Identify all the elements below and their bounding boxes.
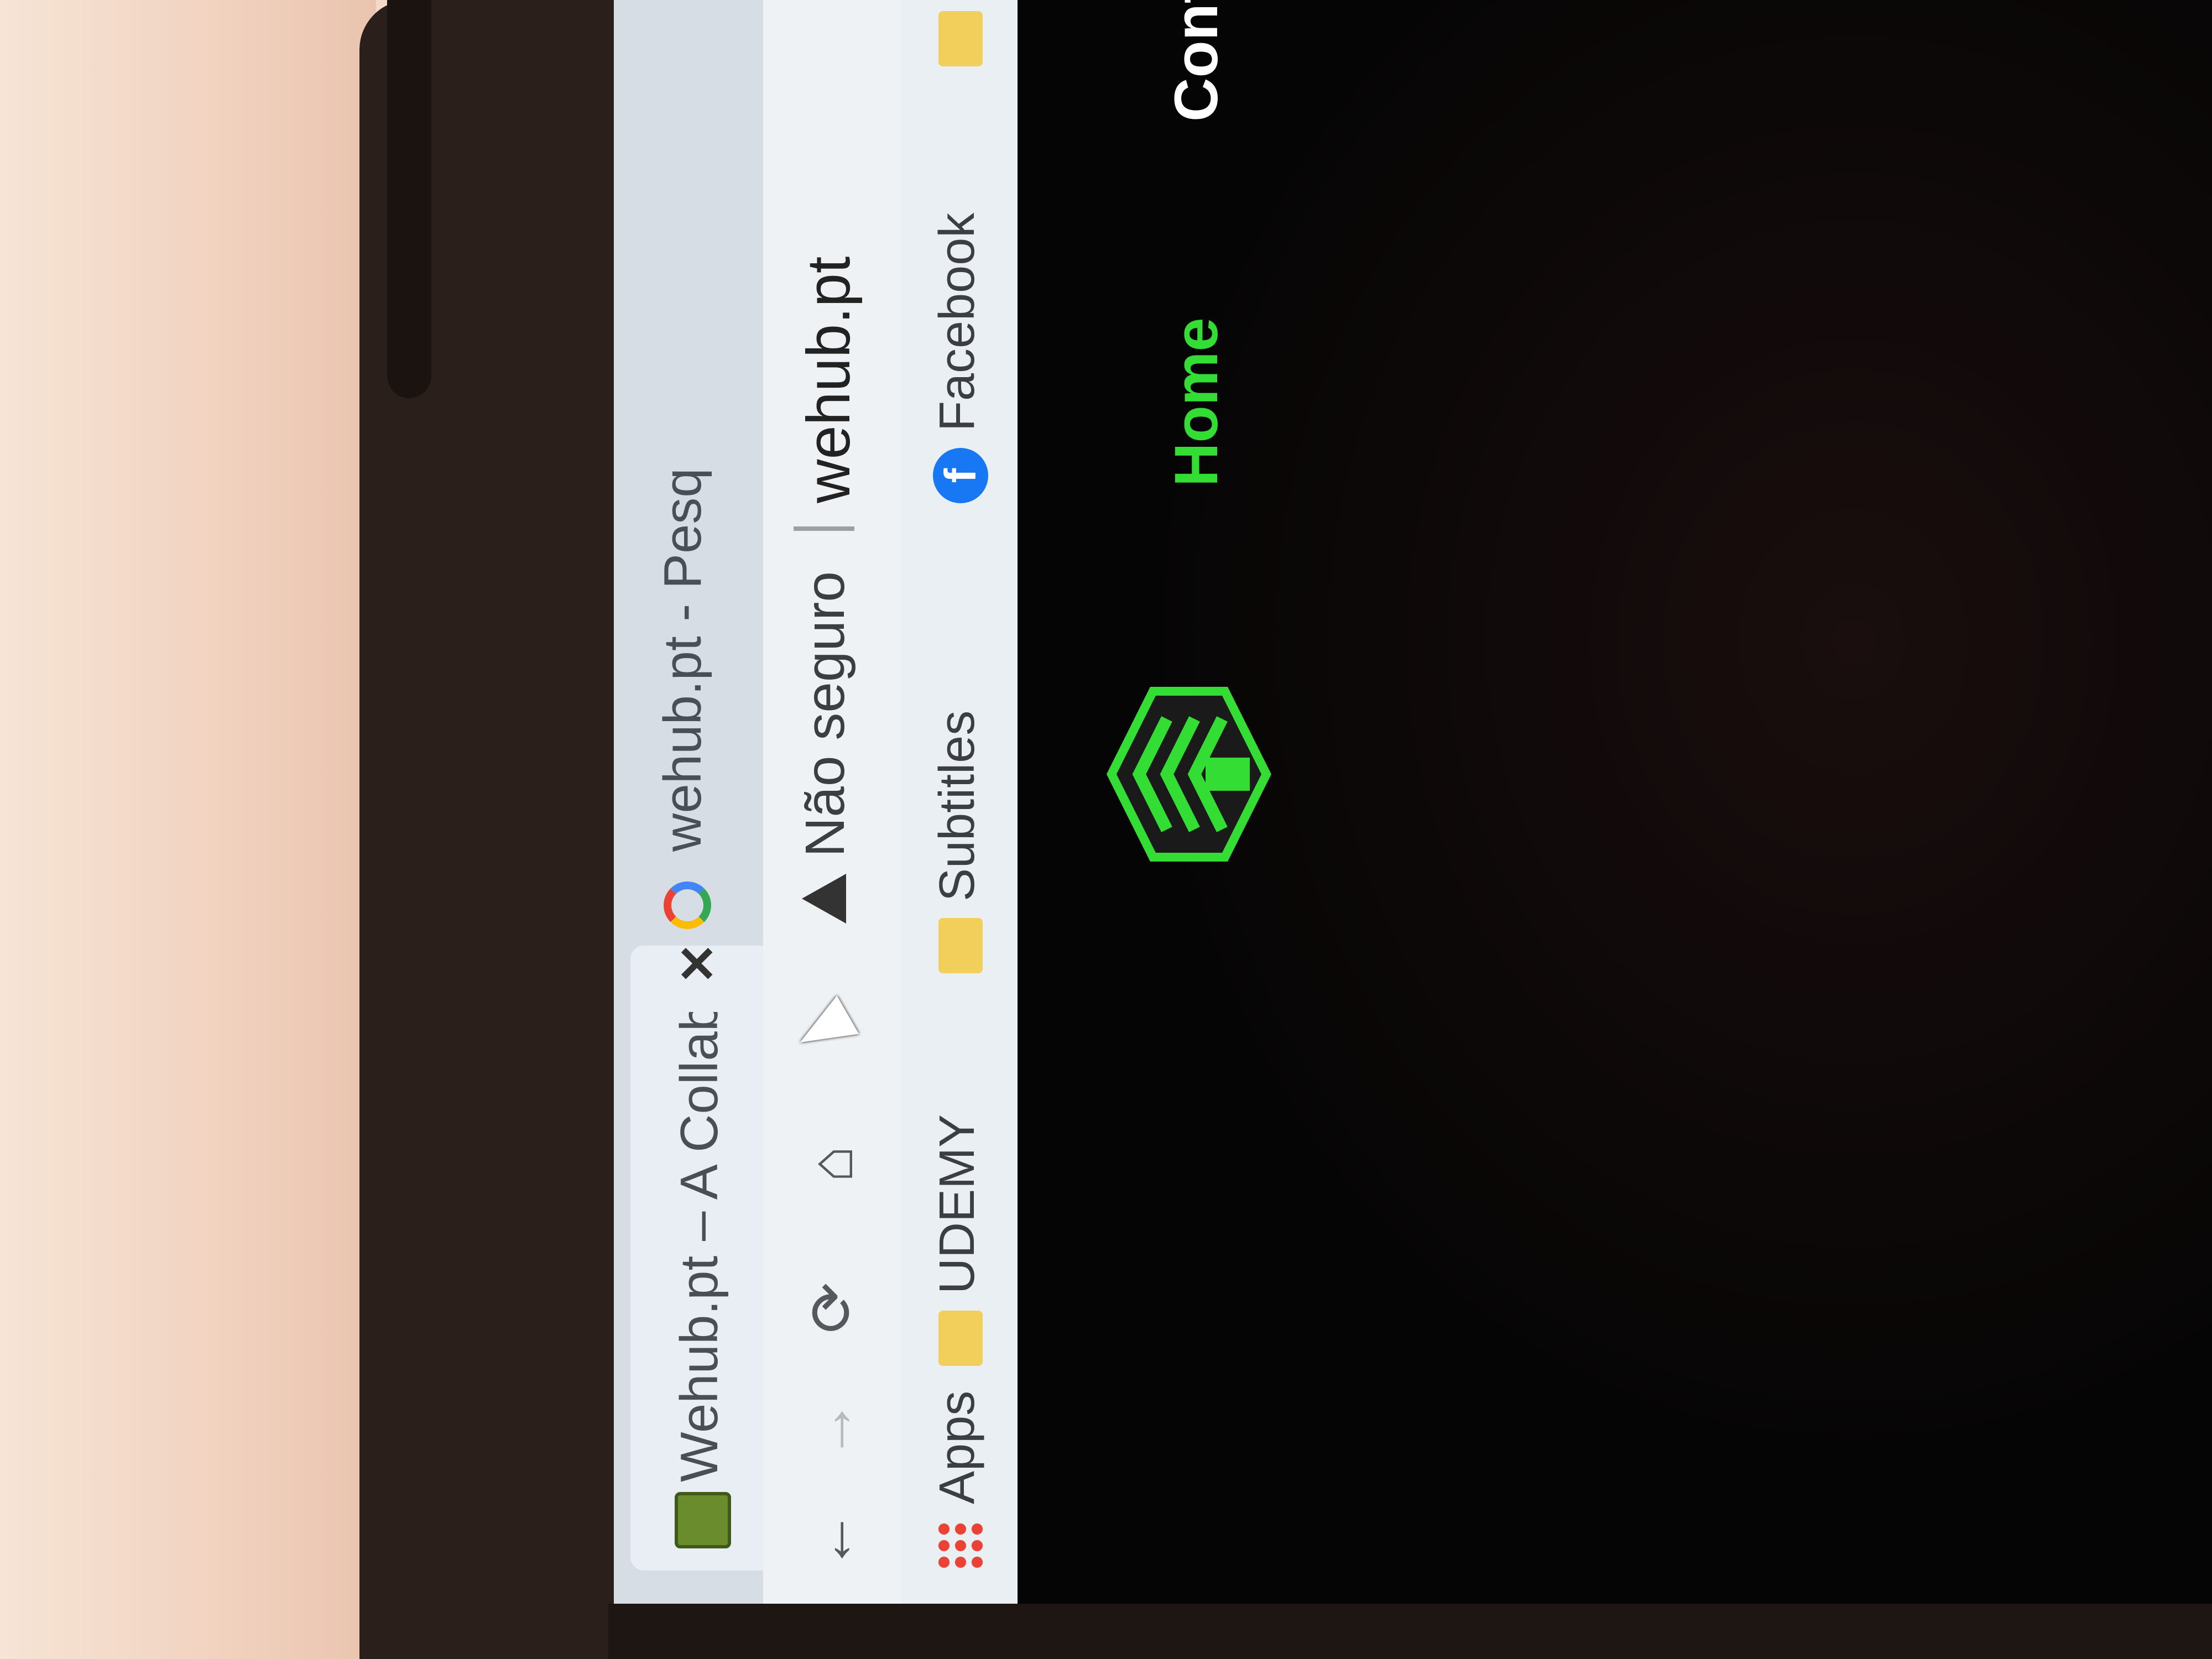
- google-icon: [664, 881, 711, 929]
- bookmark-udemy[interactable]: UDEMY: [929, 1114, 990, 1366]
- laptop-bottom-edge: [608, 1604, 2212, 1659]
- bookmark-label: UDEMY: [930, 1114, 985, 1294]
- address-bar[interactable]: Não seguro wehub.pt: [782, 11, 882, 924]
- url-text[interactable]: wehub.pt: [794, 257, 864, 503]
- warning-icon[interactable]: [802, 874, 846, 924]
- tab-strip: Wehub.pt – A Collaborative ecos ✕ wehub.…: [614, 0, 763, 1604]
- omnibox-separator: [794, 526, 854, 531]
- tab-title: wehub.pt - Pesq: [653, 468, 712, 852]
- home-icon[interactable]: ⌂: [796, 1134, 867, 1194]
- folder-icon: [938, 1311, 983, 1366]
- forward-icon[interactable]: →: [796, 1399, 867, 1460]
- nav-contact-link[interactable]: Contac: [1161, 0, 1232, 122]
- tab-google-search[interactable]: wehub.pt - Pesq: [636, 0, 747, 929]
- security-status[interactable]: Não seguro: [794, 571, 857, 857]
- wehub-page: Home Contac: [1018, 0, 2212, 1604]
- folder-icon: [938, 11, 983, 66]
- back-icon[interactable]: ←: [796, 1510, 867, 1571]
- wehub-favicon-icon: [675, 1492, 731, 1548]
- bookmark-facebook[interactable]: f Facebook: [929, 213, 990, 503]
- wehub-logo-icon[interactable]: [1106, 680, 1272, 868]
- reload-icon[interactable]: ⟳: [796, 1277, 867, 1338]
- laptop-screen: Wehub.pt – A Collaborative ecos ✕ wehub.…: [614, 0, 2212, 1604]
- apps-grid-icon: [936, 1521, 986, 1571]
- folder-icon: [938, 918, 983, 973]
- browser-window: Wehub.pt – A Collaborative ecos ✕ wehub.…: [614, 0, 2212, 1604]
- tab-wehub[interactable]: Wehub.pt – A Collaborative ecos ✕: [630, 943, 763, 1571]
- bookmark-apps[interactable]: Apps: [929, 1391, 990, 1571]
- close-tab-icon[interactable]: ✕: [669, 943, 727, 984]
- facebook-icon: f: [933, 448, 989, 503]
- bookmarks-bar: Apps UDEMY Subtitles f Facebook: [901, 0, 1018, 1604]
- nav-home-link[interactable]: Home: [1161, 317, 1232, 487]
- tab-title: Wehub.pt – A Collaborative ecos: [670, 1012, 729, 1482]
- bookmark-subtitles[interactable]: Subtitles: [929, 711, 990, 973]
- browser-toolbar: ← → ⟳ ⌂ Não seguro wehub.pt: [763, 0, 901, 1604]
- bookmark-folder[interactable]: [929, 0, 990, 66]
- bookmark-label: Facebook: [930, 212, 985, 431]
- desk-surface: [0, 0, 376, 1659]
- bookmark-label: Apps: [930, 1390, 985, 1504]
- bookmark-label: Subtitles: [930, 710, 985, 901]
- bezel-slot: [387, 0, 431, 398]
